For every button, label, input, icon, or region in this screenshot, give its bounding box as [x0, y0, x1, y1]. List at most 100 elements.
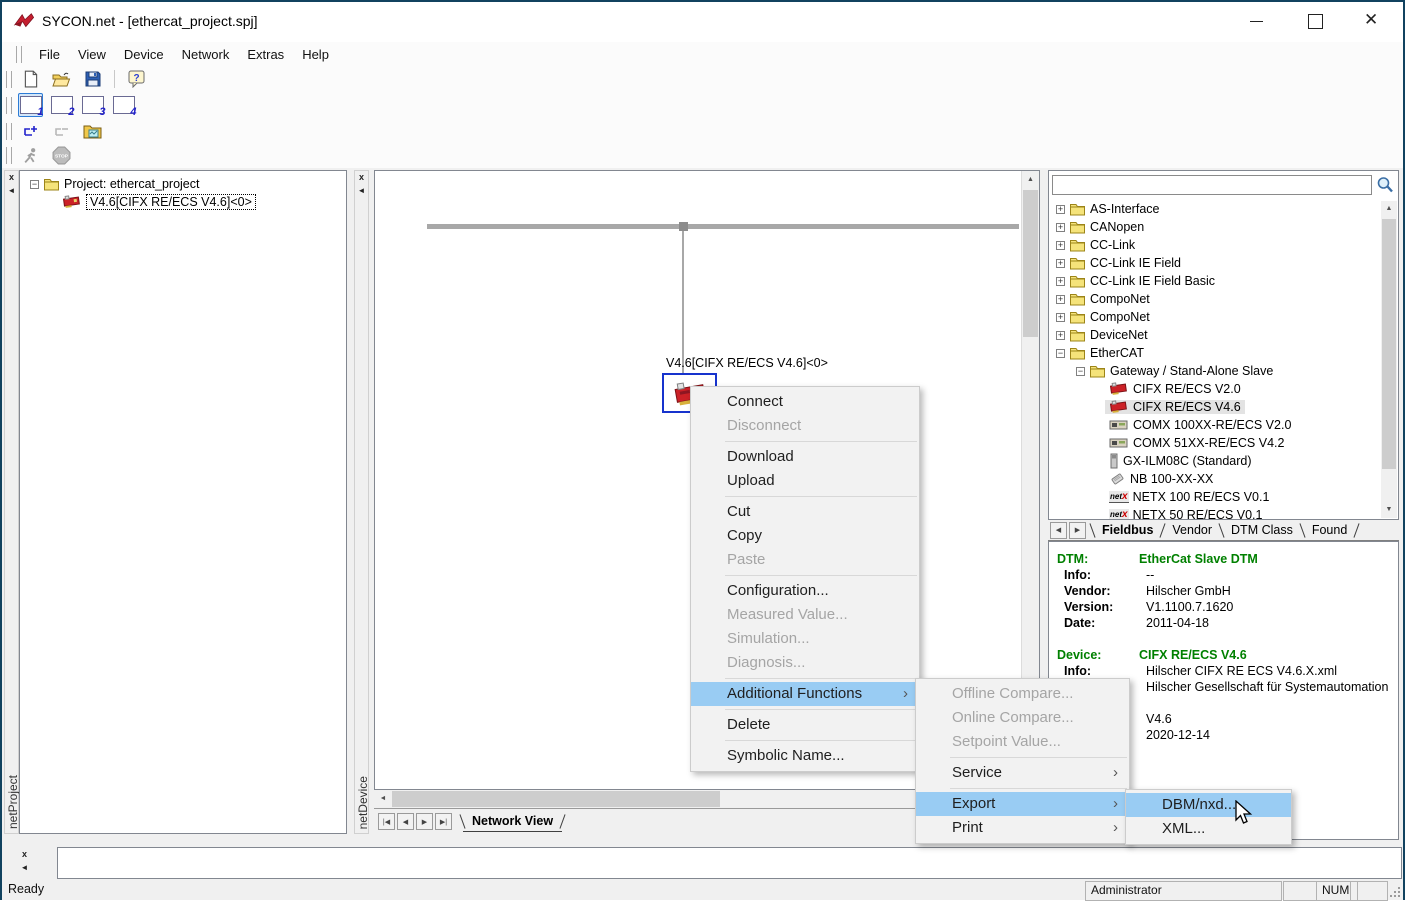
menu-item-simulation[interactable]: Simulation... — [691, 627, 919, 651]
catalog-item[interactable]: +CC-Link — [1049, 236, 1381, 254]
bus-junction[interactable] — [679, 222, 688, 231]
save-project-button[interactable] — [80, 67, 105, 91]
resize-grip[interactable] — [1390, 885, 1401, 903]
toolbar-grip[interactable] — [6, 71, 12, 88]
maximize-button[interactable] — [1308, 14, 1323, 29]
expand-plus-icon[interactable]: + — [1056, 241, 1065, 250]
expand-plus-icon[interactable]: + — [1056, 223, 1065, 232]
window-2-button[interactable]: 2 — [49, 93, 74, 117]
tab-next-icon[interactable]: ▶ — [416, 813, 433, 830]
menu-item-measured-value[interactable]: Measured Value... — [691, 603, 919, 627]
catalog-item[interactable]: CIFX RE/ECS V2.0 — [1049, 380, 1381, 398]
menu-extras[interactable]: Extras — [238, 44, 293, 65]
stop-debug-button[interactable]: STOP — [49, 143, 74, 167]
menu-view[interactable]: View — [69, 44, 115, 65]
catalog-item[interactable]: +CC-Link IE Field Basic — [1049, 272, 1381, 290]
collapse-minus-icon[interactable]: − — [1056, 349, 1065, 358]
expand-plus-icon[interactable]: + — [1056, 277, 1065, 286]
remove-bus-button[interactable] — [49, 119, 74, 143]
menu-item-delete[interactable]: Delete — [691, 713, 919, 737]
catalog-item[interactable]: +AS-Interface — [1049, 200, 1381, 218]
menu-network[interactable]: Network — [173, 44, 239, 65]
search-icon[interactable] — [1375, 175, 1395, 200]
menu-item-offline-compare[interactable]: Offline Compare... — [916, 682, 1129, 706]
window-3-button[interactable]: 3 — [80, 93, 105, 117]
tab-vendor[interactable]: Vendor — [1163, 523, 1221, 537]
collapse-expander-icon[interactable]: − — [30, 180, 39, 189]
expand-plus-icon[interactable]: + — [1056, 295, 1065, 304]
scroll-down-icon[interactable]: ▼ — [1381, 502, 1397, 518]
menu-item-upload[interactable]: Upload — [691, 469, 919, 493]
tab-prev-icon[interactable]: ◀ — [1050, 522, 1067, 539]
scrollbar-thumb[interactable] — [1382, 219, 1396, 469]
toolbar-grip[interactable] — [6, 147, 12, 164]
window-1-button[interactable]: 1 — [18, 93, 43, 117]
new-file-button[interactable] — [18, 67, 43, 91]
tab-dtm-class[interactable]: DTM Class — [1222, 523, 1302, 537]
catalog-item[interactable]: +CompoNet — [1049, 290, 1381, 308]
close-button[interactable]: ✕ — [1364, 10, 1378, 30]
menu-item-print[interactable]: Print› — [916, 816, 1129, 840]
catalog-item[interactable]: COMX 100XX-RE/ECS V2.0 — [1049, 416, 1381, 434]
scroll-up-icon[interactable]: ▲ — [1022, 171, 1039, 188]
expand-plus-icon[interactable]: + — [1056, 205, 1065, 214]
tab-network-view[interactable]: Network View — [462, 812, 563, 832]
collapse-panel-icon[interactable]: ◄ — [355, 184, 368, 197]
help-button[interactable]: ? — [124, 67, 149, 91]
tab-found[interactable]: Found — [1303, 523, 1356, 537]
tab-last-icon[interactable]: ▶| — [435, 813, 452, 830]
menu-device[interactable]: Device — [115, 44, 173, 65]
bus-line[interactable] — [427, 224, 1019, 229]
catalog-item[interactable]: +CompoNet — [1049, 308, 1381, 326]
start-debug-button[interactable] — [18, 143, 43, 167]
catalog-item[interactable]: GX-ILM08C (Standard) — [1049, 452, 1381, 470]
open-project-button[interactable] — [49, 67, 74, 91]
menu-item-symbolic-name[interactable]: Symbolic Name... — [691, 744, 919, 768]
tab-next-icon[interactable]: ▶ — [1069, 522, 1086, 539]
menu-item-online-compare[interactable]: Online Compare... — [916, 706, 1129, 730]
menu-item-download[interactable]: Download — [691, 445, 919, 469]
expand-plus-icon[interactable]: + — [1056, 313, 1065, 322]
output-panel[interactable] — [57, 847, 1402, 879]
window-4-button[interactable]: 4 — [111, 93, 136, 117]
catalog-item[interactable]: +CC-Link IE Field — [1049, 254, 1381, 272]
menu-item-copy[interactable]: Copy — [691, 524, 919, 548]
catalog-item[interactable]: netxNETX 50 RE/ECS V0.1 — [1049, 506, 1381, 520]
project-device-item[interactable]: V4.6[CIFX RE/ECS V4.6]<0> — [20, 193, 346, 211]
scrollbar-thumb[interactable] — [392, 791, 720, 807]
close-panel-icon[interactable]: x — [355, 171, 368, 184]
tab-fieldbus[interactable]: Fieldbus — [1093, 523, 1162, 537]
menu-item-disconnect[interactable]: Disconnect — [691, 414, 919, 438]
minimize-button[interactable] — [1250, 21, 1263, 22]
expand-plus-icon[interactable]: + — [1056, 331, 1065, 340]
catalog-item[interactable]: −Gateway / Stand-Alone Slave — [1049, 362, 1381, 380]
toolbar-grip[interactable] — [16, 46, 22, 63]
collapse-panel-icon[interactable]: ◄ — [5, 184, 18, 197]
menu-item-additional-functions[interactable]: Additional Functions› — [691, 682, 919, 706]
catalog-search-input[interactable] — [1052, 175, 1372, 195]
menu-item-export[interactable]: Export› — [916, 792, 1129, 816]
tab-prev-icon[interactable]: ◀ — [397, 813, 414, 830]
collapse-minus-icon[interactable]: − — [1076, 367, 1085, 376]
menu-item-service[interactable]: Service› — [916, 761, 1129, 785]
menu-item-xml[interactable]: XML... — [1126, 817, 1291, 841]
catalog-scrollbar[interactable]: ▲ ▼ — [1381, 201, 1397, 518]
catalog-item[interactable]: COMX 51XX-RE/ECS V4.2 — [1049, 434, 1381, 452]
menu-item-connect[interactable]: Connect — [691, 390, 919, 414]
menu-item-cut[interactable]: Cut — [691, 500, 919, 524]
menu-file[interactable]: File — [30, 44, 69, 65]
catalog-item[interactable]: −EtherCAT — [1049, 344, 1381, 362]
catalog-item[interactable]: +DeviceNet — [1049, 326, 1381, 344]
toolbar-grip[interactable] — [6, 123, 12, 140]
expand-plus-icon[interactable]: + — [1056, 259, 1065, 268]
catalog-item[interactable]: netxNETX 100 RE/ECS V0.1 — [1049, 488, 1381, 506]
close-panel-icon[interactable]: x — [5, 171, 18, 184]
toolbar-grip[interactable] — [6, 97, 12, 114]
menu-item-paste[interactable]: Paste — [691, 548, 919, 572]
menu-item-setpoint-value[interactable]: Setpoint Value... — [916, 730, 1129, 754]
add-bus-button[interactable] — [18, 119, 43, 143]
scroll-up-icon[interactable]: ▲ — [1381, 201, 1397, 217]
menu-item-diagnosis[interactable]: Diagnosis... — [691, 651, 919, 675]
close-panel-icon[interactable]: x — [18, 848, 31, 861]
tab-first-icon[interactable]: |◀ — [378, 813, 395, 830]
